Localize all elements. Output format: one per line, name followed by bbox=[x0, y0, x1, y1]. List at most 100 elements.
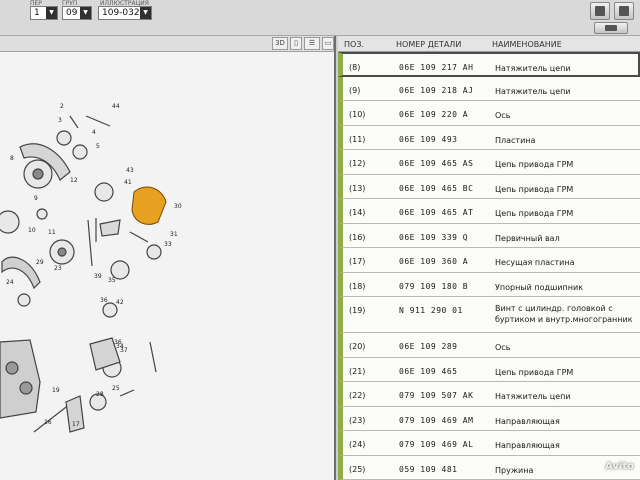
row-part-name: Направляющая bbox=[495, 416, 560, 426]
row-position: (18) bbox=[349, 281, 366, 291]
callout-label[interactable]: 24 bbox=[6, 279, 14, 286]
group-select[interactable]: 09 ▼ bbox=[62, 6, 92, 20]
row-part-number: 06E 109 289 bbox=[399, 342, 458, 351]
chevron-down-icon: ▼ bbox=[140, 7, 151, 19]
model-select[interactable]: 1 ▼ bbox=[30, 6, 58, 20]
table-row[interactable]: (19) N 911 290 01 Винт с цилиндр. головкой… bbox=[338, 297, 640, 333]
callout-label[interactable]: 30 bbox=[174, 203, 182, 210]
callout-label[interactable]: 39 bbox=[94, 273, 102, 280]
callout-label[interactable]: 8 bbox=[10, 155, 14, 162]
row-part-name: Натяжитель цепи bbox=[495, 392, 571, 401]
gear-part[interactable] bbox=[56, 130, 72, 146]
table-row[interactable]: (23) 079 109 469 AM Направляющая bbox=[338, 406, 640, 431]
callout-label[interactable]: 23 bbox=[54, 265, 62, 272]
table-row[interactable]: (24) 079 109 469 AL Направляющая bbox=[338, 431, 640, 456]
illustration-select[interactable]: 109-032 ▼ bbox=[98, 6, 152, 20]
row-part-name: Первичный вал bbox=[495, 233, 560, 243]
table-row[interactable]: (13) 06E 109 465 BC Цепь привода ГРМ bbox=[338, 174, 640, 199]
callout-label[interactable]: 41 bbox=[124, 179, 132, 186]
callout-label[interactable]: 35 bbox=[108, 277, 116, 284]
gear-part[interactable] bbox=[146, 244, 162, 260]
plate-part[interactable] bbox=[99, 219, 121, 237]
table-row[interactable]: (17) 06E 109 360 A Несущая пластина bbox=[338, 248, 640, 273]
washer-part[interactable] bbox=[36, 208, 48, 220]
engine-block-part[interactable] bbox=[0, 339, 41, 419]
callout-label[interactable]: 11 bbox=[48, 229, 56, 236]
row-part-name: Винт с цилиндр. головкой с буртиком и вн… bbox=[495, 304, 633, 324]
callout-label[interactable]: 42 bbox=[116, 299, 124, 306]
row-position: (10) bbox=[349, 110, 366, 119]
table-row[interactable]: (14) 06E 109 465 AT Цепь привода ГРМ bbox=[338, 199, 640, 224]
table-row[interactable]: (16) 06E 109 339 Q Первичный вал bbox=[338, 223, 640, 248]
expand-button[interactable]: ▭ bbox=[322, 37, 334, 50]
table-row[interactable]: (12) 06E 109 465 AS Цепь привода ГРМ bbox=[338, 150, 640, 175]
callout-label[interactable]: 3 bbox=[58, 117, 62, 124]
row-part-name: Пластина bbox=[495, 135, 536, 145]
row-position: (22) bbox=[349, 391, 366, 400]
callout-label[interactable]: 19 bbox=[52, 387, 60, 394]
row-part-name: Цепь привода ГРМ bbox=[495, 184, 574, 194]
row-position: (14) bbox=[349, 208, 366, 217]
row-part-name: Натяжитель цепи bbox=[495, 64, 571, 73]
callout-label[interactable]: 44 bbox=[112, 103, 120, 110]
header-part-number: НОМЕР ДЕТАЛИ bbox=[396, 40, 462, 49]
row-part-number: 079 109 507 AK bbox=[399, 391, 474, 400]
table-row[interactable]: (10) 06E 109 220 A Ось bbox=[338, 101, 640, 126]
row-part-number: 06E 109 493 bbox=[399, 134, 458, 144]
row-part-number: 079 109 469 AL bbox=[399, 440, 474, 449]
table-view-button[interactable]: ☰ bbox=[304, 37, 320, 50]
callout-label[interactable]: 28 bbox=[96, 391, 104, 398]
table-row[interactable]: (9) 06E 109 218 AJ Натяжитель цепи bbox=[338, 76, 640, 101]
callout-label[interactable]: 17 bbox=[72, 421, 80, 428]
callout-label[interactable]: 16 bbox=[44, 419, 52, 426]
group-select-value: 09 bbox=[66, 8, 78, 18]
row-part-number: 06E 109 339 Q bbox=[399, 232, 469, 242]
table-row[interactable]: (8) 06E 109 217 AH Натяжитель цепи bbox=[338, 52, 640, 77]
callout-label[interactable]: 33 bbox=[164, 241, 172, 248]
callout-label[interactable]: 5 bbox=[96, 143, 100, 150]
row-part-number: 06E 109 465 AT bbox=[399, 208, 474, 217]
table-row[interactable]: (20) 06E 109 289 Ось bbox=[338, 333, 640, 358]
callout-label[interactable]: 25 bbox=[112, 385, 120, 392]
callout-label[interactable]: 12 bbox=[70, 177, 78, 184]
callout-label[interactable]: 2 bbox=[60, 103, 64, 110]
table-row[interactable]: (25) 059 109 481 Пружина bbox=[338, 455, 640, 480]
row-part-number: 06E 109 465 BC bbox=[399, 183, 474, 193]
callout-label[interactable]: 4 bbox=[92, 129, 96, 136]
callout-label[interactable]: 9 bbox=[34, 195, 38, 202]
top-toolbar: ПЕР ГРУП ИЛЛЮСТРАЦИЯ 1 ▼ 09 ▼ 109-032 ▼ bbox=[0, 0, 640, 36]
row-part-number: 079 109 180 B bbox=[399, 281, 469, 291]
parts-table: ПОЗ. НОМЕР ДЕТАЛИ НАИМЕНОВАНИЕ (8) 06E 10… bbox=[338, 36, 640, 480]
exploded-view-drawing[interactable]: 442345812910 114341303133232429393536 4236… bbox=[0, 52, 336, 480]
row-position: (8) bbox=[349, 63, 361, 72]
save-button[interactable] bbox=[614, 2, 634, 20]
callout-label[interactable]: 29 bbox=[36, 259, 44, 266]
split-view-button[interactable]: ▯ bbox=[290, 37, 302, 50]
print-button[interactable] bbox=[590, 2, 610, 20]
row-part-name: Цепь привода ГРМ bbox=[495, 367, 574, 377]
table-row[interactable]: (11) 06E 109 493 Пластина bbox=[338, 125, 640, 150]
callout-label[interactable]: 43 bbox=[126, 167, 134, 174]
table-row[interactable]: (18) 079 109 180 B Упорный подшипник bbox=[338, 272, 640, 297]
callout-label[interactable]: 31 bbox=[170, 231, 178, 238]
washer-part[interactable] bbox=[17, 293, 31, 307]
gear-part[interactable] bbox=[102, 302, 118, 318]
highlighted-chain-tensioner[interactable] bbox=[131, 186, 167, 225]
row-part-name: Ось bbox=[495, 111, 511, 120]
gear-part[interactable] bbox=[72, 144, 88, 160]
watermark: Avito bbox=[605, 461, 634, 472]
row-position: (9) bbox=[349, 85, 361, 95]
list-icon bbox=[605, 25, 617, 31]
sprocket-part[interactable] bbox=[0, 210, 20, 234]
list-view-button[interactable] bbox=[594, 22, 628, 34]
row-part-number: 06E 109 465 bbox=[399, 366, 458, 376]
callout-label[interactable]: 36 bbox=[100, 297, 108, 304]
row-part-name: Цепь привода ГРМ bbox=[495, 160, 574, 169]
gear-part[interactable] bbox=[94, 182, 114, 202]
callout-label[interactable]: 34 bbox=[116, 343, 124, 350]
view-3d-button[interactable]: 3D bbox=[272, 37, 288, 50]
chevron-down-icon: ▼ bbox=[80, 7, 91, 19]
callout-label[interactable]: 10 bbox=[28, 227, 36, 234]
table-row[interactable]: (21) 06E 109 465 Цепь привода ГРМ bbox=[338, 357, 640, 382]
table-row[interactable]: (22) 079 109 507 AK Натяжитель цепи bbox=[338, 382, 640, 407]
